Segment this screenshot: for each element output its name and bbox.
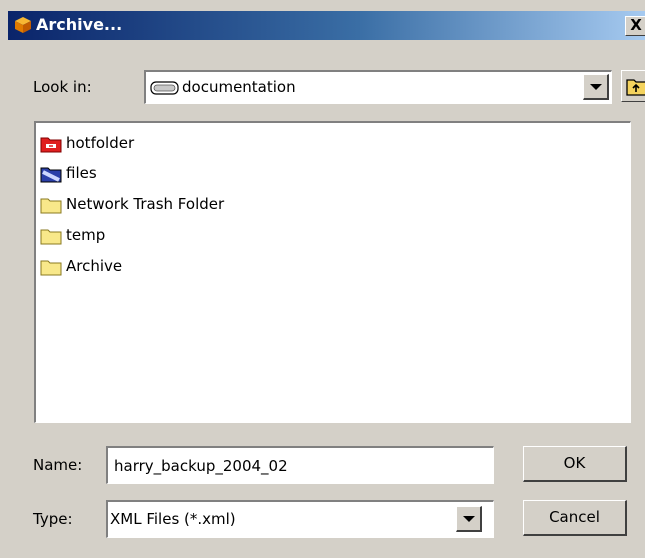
- look-in-value: documentation: [182, 78, 296, 96]
- file-item-label: Archive: [66, 257, 123, 275]
- type-value: XML Files (*.xml): [110, 510, 236, 528]
- folder-icon: [40, 198, 62, 214]
- folder-icon: [40, 229, 62, 245]
- file-item-label: temp: [66, 226, 106, 244]
- up-one-level-button[interactable]: [621, 70, 645, 102]
- blue-folder-icon: [40, 167, 62, 183]
- window-title: Archive...: [36, 15, 123, 34]
- type-label: Type:: [33, 510, 73, 528]
- chevron-down-icon: [463, 516, 475, 522]
- cancel-button[interactable]: Cancel: [523, 500, 627, 536]
- title-bar: Archive... X: [8, 11, 645, 40]
- folder-icon: [40, 260, 62, 276]
- ok-button[interactable]: OK: [523, 446, 627, 482]
- drive-icon: [150, 81, 179, 95]
- file-item-label: files: [66, 164, 97, 182]
- chevron-down-icon: [590, 84, 602, 90]
- name-input[interactable]: [106, 446, 494, 484]
- app-cube-icon: [15, 17, 31, 33]
- close-button[interactable]: X: [625, 16, 645, 36]
- look-in-combobox[interactable]: documentation: [144, 70, 612, 104]
- type-combobox[interactable]: XML Files (*.xml): [106, 500, 494, 538]
- file-list[interactable]: hotfolder files Network Trash Folder tem…: [34, 121, 631, 423]
- up-folder-icon: [626, 79, 645, 96]
- look-in-label: Look in:: [33, 78, 92, 96]
- hotfolder-icon: [40, 137, 62, 153]
- file-item-label: hotfolder: [66, 134, 135, 152]
- look-in-dropdown-button[interactable]: [583, 74, 609, 100]
- archive-dialog: Archive... X Look in: documentation hotf…: [0, 0, 645, 558]
- type-dropdown-button[interactable]: [456, 506, 482, 532]
- name-label: Name:: [33, 456, 83, 474]
- file-item-label: Network Trash Folder: [66, 195, 225, 213]
